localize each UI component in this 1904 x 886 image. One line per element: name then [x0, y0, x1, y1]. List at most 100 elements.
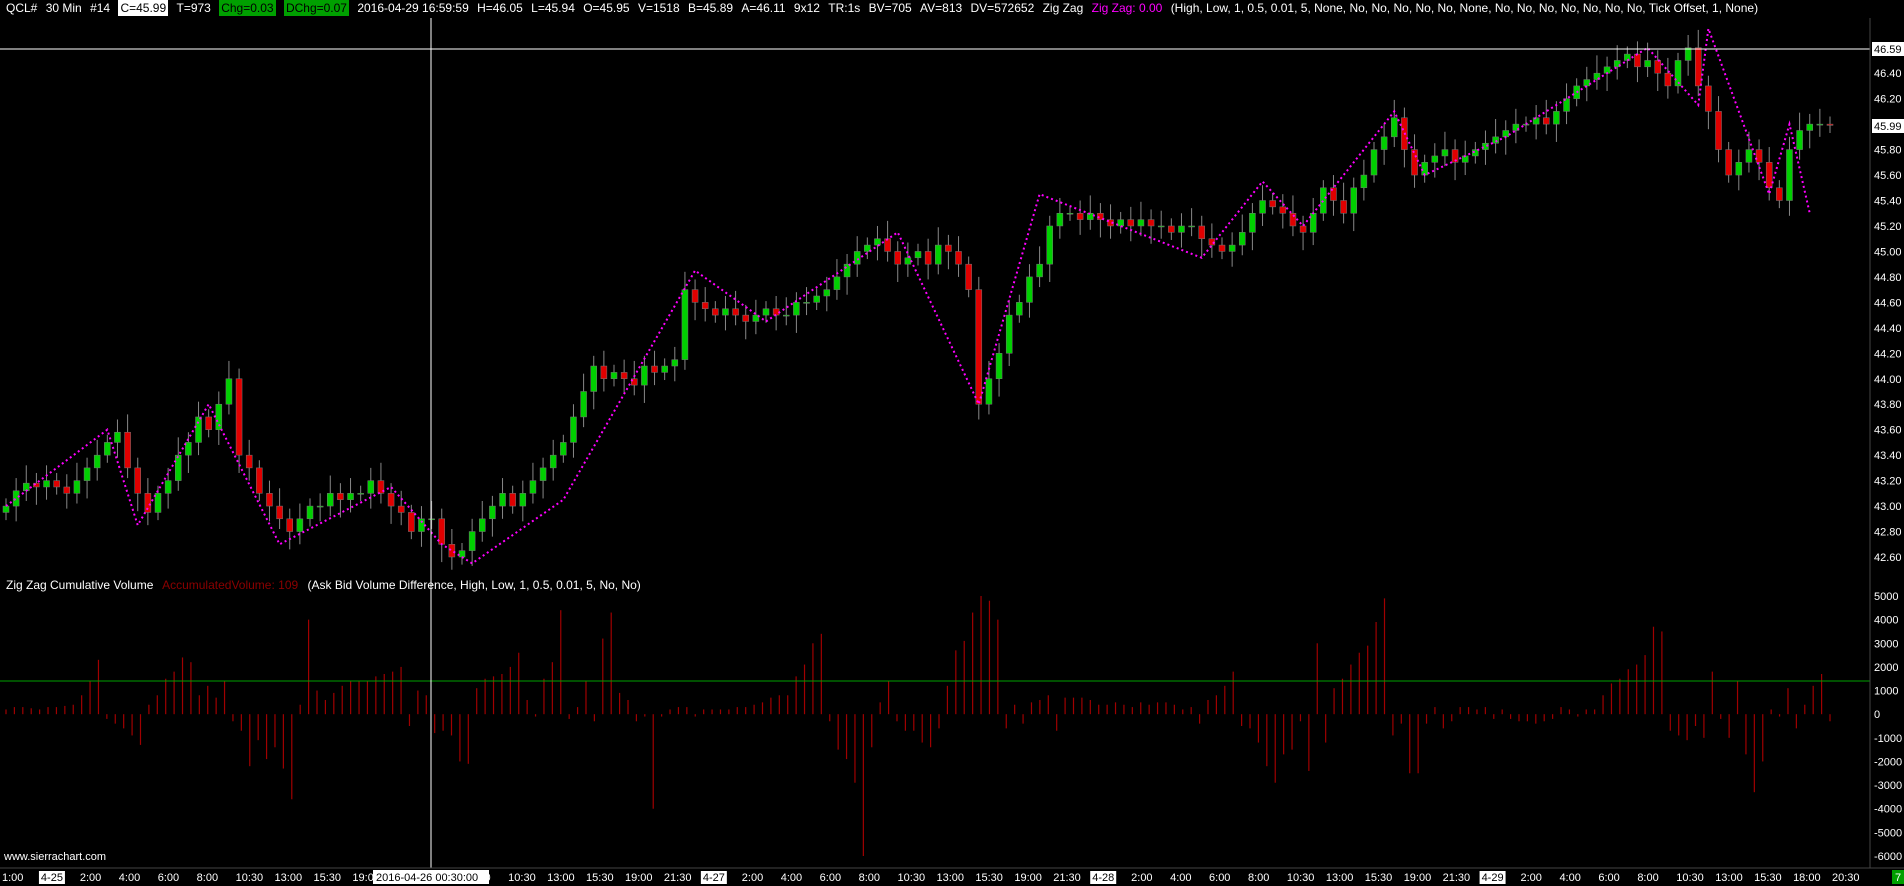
candle-body	[154, 493, 162, 513]
symbol[interactable]: QCL#	[6, 0, 37, 16]
candle-body	[1005, 314, 1013, 354]
candle-body	[1431, 155, 1439, 163]
ask-volume-value: AV=813	[920, 1, 963, 15]
candle-body	[691, 289, 699, 303]
subgraph-params: (Ask Bid Volume Difference, High, Low, 1…	[307, 578, 641, 592]
time-tick-label: 15:30	[586, 872, 614, 884]
candle-body	[1786, 149, 1793, 201]
candle-body	[620, 372, 628, 380]
candle-body	[712, 308, 719, 316]
candle-body	[1755, 149, 1763, 163]
candle-body	[1239, 232, 1246, 246]
candle-body	[549, 454, 557, 469]
price-tick-label: 45.40	[1874, 196, 1902, 208]
candle-body	[1543, 117, 1550, 125]
volume-value: V=1518	[637, 1, 680, 15]
candle-body	[1309, 212, 1317, 233]
volume-tick-label: -5000	[1874, 827, 1902, 839]
candle-body	[468, 531, 476, 551]
open-value: O=45.95	[583, 1, 630, 15]
price-tick-label: 42.60	[1874, 552, 1902, 564]
candle-body	[1826, 123, 1834, 126]
candle-body	[276, 505, 283, 520]
candle-body	[1026, 276, 1033, 303]
candle-body	[671, 359, 679, 367]
candle-body	[1188, 225, 1195, 228]
time-tick-label: 6:00	[820, 872, 841, 884]
candle-body	[560, 442, 567, 456]
price-tick-label: 45.20	[1874, 221, 1902, 233]
candle-body	[1046, 225, 1053, 265]
time-tick-label: 15:30	[313, 872, 341, 884]
candle-body	[884, 238, 891, 252]
candle-body	[1228, 244, 1236, 252]
candle-body	[945, 244, 952, 252]
candle-body	[985, 378, 993, 405]
candle-body	[1674, 60, 1682, 87]
subgraph-value: AccumulatedVolume: 109	[162, 578, 299, 592]
price-tick-label: 44.00	[1874, 374, 1902, 386]
chart-number: #14	[90, 1, 111, 15]
time-tick-label: 13:00	[275, 872, 303, 884]
price-tick-label: 43.80	[1874, 399, 1902, 411]
candle-body	[235, 378, 243, 456]
candle-body	[1147, 219, 1155, 227]
candle-body	[823, 289, 831, 297]
study-name[interactable]: Zig Zag	[1043, 0, 1084, 16]
candle-body	[1806, 123, 1813, 131]
time-tick-label: 1:00	[2, 872, 23, 884]
candle-body	[1036, 263, 1043, 278]
trades-value: T=973	[176, 1, 211, 15]
subgraph-title[interactable]: Zig Zag Cumulative Volume	[6, 578, 153, 592]
candle-body	[1370, 149, 1378, 176]
candle-body	[124, 431, 131, 469]
candle-body	[762, 308, 770, 316]
date-label: 4-25	[41, 872, 63, 884]
candle-body	[935, 244, 942, 265]
time-tick-label: 10:30	[508, 872, 536, 884]
time-tick-label: 20:30	[1832, 872, 1860, 884]
ask-value: A=46.11	[741, 1, 786, 15]
candle-body	[1776, 187, 1783, 201]
candle-body	[610, 372, 618, 380]
time-tick-label: 8:00	[197, 872, 218, 884]
candle-body	[286, 518, 293, 532]
time-tick-label: 10:30	[1676, 872, 1704, 884]
volume-tick-label: -3000	[1874, 780, 1902, 792]
time-tick-label: 21:30	[1443, 872, 1471, 884]
time-tick-label: 15:30	[975, 872, 1003, 884]
candle-body	[93, 454, 101, 469]
candle-body	[1360, 174, 1368, 189]
last-price-marker: 45.99	[1874, 121, 1902, 133]
candle-body	[1289, 212, 1297, 227]
candle-body	[651, 365, 658, 373]
candle-body	[296, 518, 304, 532]
candle-body	[509, 493, 516, 507]
time-tick-label: 21:30	[664, 872, 692, 884]
candle-body	[256, 467, 263, 494]
candle-body	[701, 302, 709, 309]
candle-body	[975, 289, 983, 405]
candle-body	[1127, 219, 1135, 227]
timeframe[interactable]: 30 Min	[46, 0, 82, 16]
time-tick-label: 4:00	[119, 872, 140, 884]
candle-body	[347, 493, 354, 500]
candle-body	[1137, 219, 1145, 227]
price-chart[interactable]: 46.4046.2046.0045.8045.6045.4045.2045.00…	[0, 0, 1904, 886]
price-tick-label: 43.20	[1874, 476, 1902, 488]
candle-body	[12, 490, 20, 507]
candle-body	[1583, 79, 1591, 87]
candle-body	[1056, 212, 1064, 227]
candle-body	[641, 365, 648, 386]
price-tick-label: 45.00	[1874, 246, 1902, 258]
candle-body	[1634, 53, 1641, 68]
price-tick-label: 44.40	[1874, 323, 1902, 335]
price-marker: 46.59	[1874, 44, 1902, 56]
price-tick-label: 44.60	[1874, 297, 1902, 309]
candle-body	[1705, 85, 1712, 112]
candle-body	[1695, 47, 1702, 87]
candle-body	[114, 431, 121, 443]
time-tick-label: 10:30	[236, 872, 264, 884]
candle-body	[803, 302, 810, 304]
candle-body	[175, 454, 182, 481]
